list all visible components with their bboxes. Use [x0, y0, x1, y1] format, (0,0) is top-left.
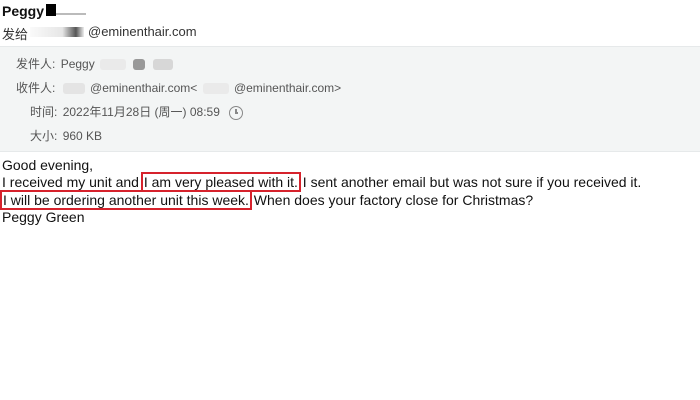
email-header: Peggy 发给 @eminenthair.com	[0, 0, 700, 46]
highlighted-phrase-ordering: I will be ordering another unit this wee…	[0, 190, 252, 210]
signature: Peggy Green	[2, 209, 85, 225]
time-label: 时间:	[30, 105, 58, 119]
from-label: 发件人:	[16, 57, 56, 71]
redacted-recipient	[30, 27, 84, 37]
body-line-2: I received my unit and I am very pleased…	[2, 172, 642, 192]
body-text-3b: When does your factory close for Christm…	[249, 192, 534, 208]
redacted-to-2	[202, 83, 229, 95]
sendto-email[interactable]: @eminenthair.com	[88, 24, 197, 39]
size-row: 大小: 960 KB	[30, 127, 102, 144]
email-body: Good evening, I received my unit and I a…	[0, 150, 700, 400]
time-row: 时间: 2022年11月28日 (周一) 08:59	[30, 103, 244, 120]
redacted-from-2	[152, 59, 173, 71]
size-value: 960 KB	[62, 129, 103, 143]
redacted-to-1	[62, 83, 85, 95]
from-row: 发件人: Peggy	[16, 55, 175, 72]
sendto-label: 发给	[2, 27, 29, 42]
redacted-from-dark	[133, 59, 146, 71]
redacted-name-line	[56, 13, 86, 15]
time-value: 2022年11月28日 (周一) 08:59	[62, 105, 220, 119]
to-label: 收件人:	[16, 81, 56, 95]
highlighted-phrase-pleased: I am very pleased with it.	[140, 172, 301, 192]
body-text-2a: I received my unit and	[2, 174, 143, 190]
to-row: 收件人: @eminenthair.com< @eminenthair.com>	[16, 79, 341, 96]
email-details-panel: 发件人: Peggy 收件人: @eminenthair.com< @emine…	[0, 46, 700, 152]
body-text-2b: I sent another email but was not sure if…	[298, 174, 642, 190]
from-value[interactable]: Peggy	[61, 57, 95, 71]
body-line-3: I will be ordering another unit this wee…	[0, 190, 534, 210]
clock-icon[interactable]	[229, 105, 244, 120]
to-value-1[interactable]: @eminenthair.com<	[90, 81, 197, 95]
sender-name[interactable]: Peggy	[2, 3, 44, 19]
redacted-from	[100, 59, 127, 71]
size-label: 大小:	[30, 129, 58, 143]
greeting-line: Good evening,	[2, 157, 94, 173]
to-value-2[interactable]: @eminenthair.com>	[234, 81, 341, 95]
redacted-name	[46, 4, 56, 16]
